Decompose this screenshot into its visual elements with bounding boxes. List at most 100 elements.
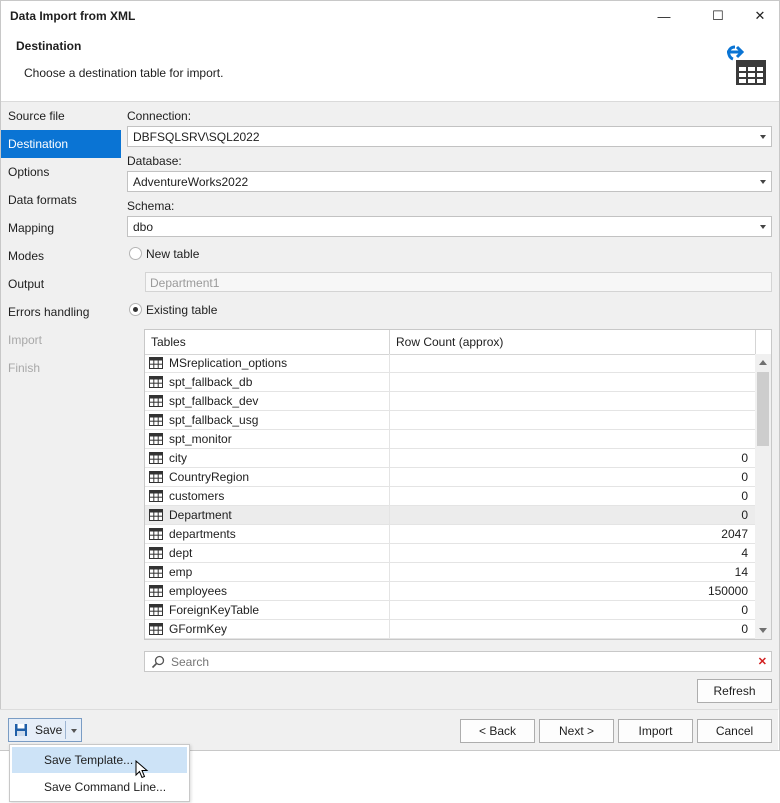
close-button[interactable]: ✕: [741, 1, 779, 31]
sidebar-item-errors-handling[interactable]: Errors handling: [1, 298, 121, 326]
next-label: Next >: [558, 724, 594, 738]
column-header-row-count[interactable]: Row Count (approx): [390, 330, 755, 354]
save-dropdown-menu: Save Template... Save Command Line...: [9, 744, 190, 802]
import-label: Import: [638, 724, 673, 738]
table-row[interactable]: spt_monitor: [145, 430, 755, 449]
grid-header: Tables Row Count (approx): [145, 330, 771, 355]
scroll-up-icon[interactable]: [759, 360, 767, 365]
table-row[interactable]: CountryRegion 0: [145, 468, 755, 487]
column-divider: [389, 601, 390, 620]
clear-search-icon[interactable]: ✕: [758, 655, 767, 668]
next-button[interactable]: Next >: [539, 719, 614, 743]
database-value: AdventureWorks2022: [133, 175, 249, 189]
table-search-box[interactable]: ✕: [144, 651, 772, 672]
row-count-cell: 0: [741, 603, 748, 617]
new-table-name-value: Department1: [150, 276, 220, 290]
back-button[interactable]: < Back: [460, 719, 535, 743]
table-row[interactable]: Department 0: [145, 506, 755, 525]
sidebar-item-destination[interactable]: Destination: [1, 130, 121, 158]
table-row[interactable]: MSreplication_options: [145, 354, 755, 373]
refresh-button[interactable]: Refresh: [697, 679, 772, 703]
table-icon: [149, 395, 163, 407]
import-button[interactable]: Import: [618, 719, 693, 743]
save-split-button[interactable]: Save: [8, 718, 82, 742]
table-row[interactable]: GFormKey 0: [145, 620, 755, 639]
save-label: Save: [35, 723, 63, 737]
table-icon: [149, 585, 163, 597]
column-divider: [389, 620, 390, 639]
column-divider: [389, 582, 390, 601]
new-table-name-input: Department1: [145, 272, 772, 292]
sidebar-item-source-file[interactable]: Source file: [1, 102, 121, 130]
schema-label: Schema:: [127, 199, 175, 213]
new-table-radio[interactable]: [129, 247, 142, 260]
table-name-cell: spt_monitor: [169, 432, 232, 446]
existing-table-label[interactable]: Existing table: [146, 303, 217, 317]
table-icon: [149, 623, 163, 635]
tables-grid[interactable]: Tables Row Count (approx) MSreplication_…: [144, 329, 772, 640]
table-name-cell: dept: [169, 546, 193, 560]
column-divider: [389, 544, 390, 563]
cancel-label: Cancel: [715, 724, 754, 738]
page-description: Choose a destination table for import.: [24, 66, 224, 80]
table-icon: [149, 452, 163, 464]
column-divider: [389, 468, 390, 487]
table-row[interactable]: ForeignKeyTable 0: [145, 601, 755, 620]
sidebar-item-options[interactable]: Options: [1, 158, 121, 186]
minimize-button[interactable]: —: [641, 1, 687, 31]
database-select[interactable]: AdventureWorks2022: [127, 171, 772, 192]
table-row[interactable]: spt_fallback_db: [145, 373, 755, 392]
table-name-cell: city: [169, 451, 187, 465]
schema-select[interactable]: dbo: [127, 216, 772, 237]
sidebar-item-mapping[interactable]: Mapping: [1, 214, 121, 242]
table-row[interactable]: departments 2047: [145, 525, 755, 544]
table-row[interactable]: customers 0: [145, 487, 755, 506]
column-header-tables[interactable]: Tables: [145, 330, 389, 354]
scroll-thumb[interactable]: [757, 372, 769, 446]
wizard-header: Destination Choose a destination table f…: [1, 31, 779, 102]
table-name-cell: CountryRegion: [169, 470, 250, 484]
new-table-label[interactable]: New table: [146, 247, 199, 261]
sidebar-item-output[interactable]: Output: [1, 270, 121, 298]
menu-item-save-command-line[interactable]: Save Command Line...: [12, 774, 187, 800]
table-row[interactable]: employees 150000: [145, 582, 755, 601]
table-icon: [149, 357, 163, 369]
sidebar-item-import: Import: [8, 333, 43, 347]
menu-item-save-template[interactable]: Save Template...: [12, 747, 187, 773]
table-row[interactable]: emp 14: [145, 563, 755, 582]
row-count-cell: 0: [741, 489, 748, 503]
maximize-button[interactable]: ☐: [695, 1, 741, 31]
row-count-cell: 0: [741, 622, 748, 636]
grid-scrollbar[interactable]: [755, 354, 771, 639]
table-icon: [149, 490, 163, 502]
table-icon: [149, 547, 163, 559]
scroll-down-icon[interactable]: [759, 628, 767, 633]
table-row[interactable]: spt_fallback_dev: [145, 392, 755, 411]
column-divider: [389, 411, 390, 430]
row-count-cell: 2047: [721, 527, 748, 541]
connection-select[interactable]: DBFSQLSRV\SQL2022: [127, 126, 772, 147]
sidebar-item-modes[interactable]: Modes: [1, 242, 121, 270]
search-input[interactable]: [169, 653, 753, 671]
column-divider: [389, 449, 390, 468]
row-count-cell: 0: [741, 508, 748, 522]
table-icon: [149, 414, 163, 426]
table-row[interactable]: spt_fallback_usg: [145, 411, 755, 430]
column-divider: [389, 430, 390, 449]
table-name-cell: employees: [169, 584, 228, 598]
column-divider: [389, 373, 390, 392]
table-icon: [149, 471, 163, 483]
database-label: Database:: [127, 154, 182, 168]
sidebar-item-finish: Finish: [8, 361, 41, 375]
chevron-down-icon: [760, 180, 766, 184]
cancel-button[interactable]: Cancel: [697, 719, 772, 743]
table-row[interactable]: dept 4: [145, 544, 755, 563]
connection-value: DBFSQLSRV\SQL2022: [133, 130, 260, 144]
chevron-down-icon[interactable]: [71, 729, 77, 733]
table-icon: [149, 566, 163, 578]
row-count-cell: 4: [741, 546, 748, 560]
column-divider: [755, 330, 756, 354]
table-row[interactable]: city 0: [145, 449, 755, 468]
existing-table-radio[interactable]: [129, 303, 142, 316]
sidebar-item-data-formats[interactable]: Data formats: [1, 186, 121, 214]
